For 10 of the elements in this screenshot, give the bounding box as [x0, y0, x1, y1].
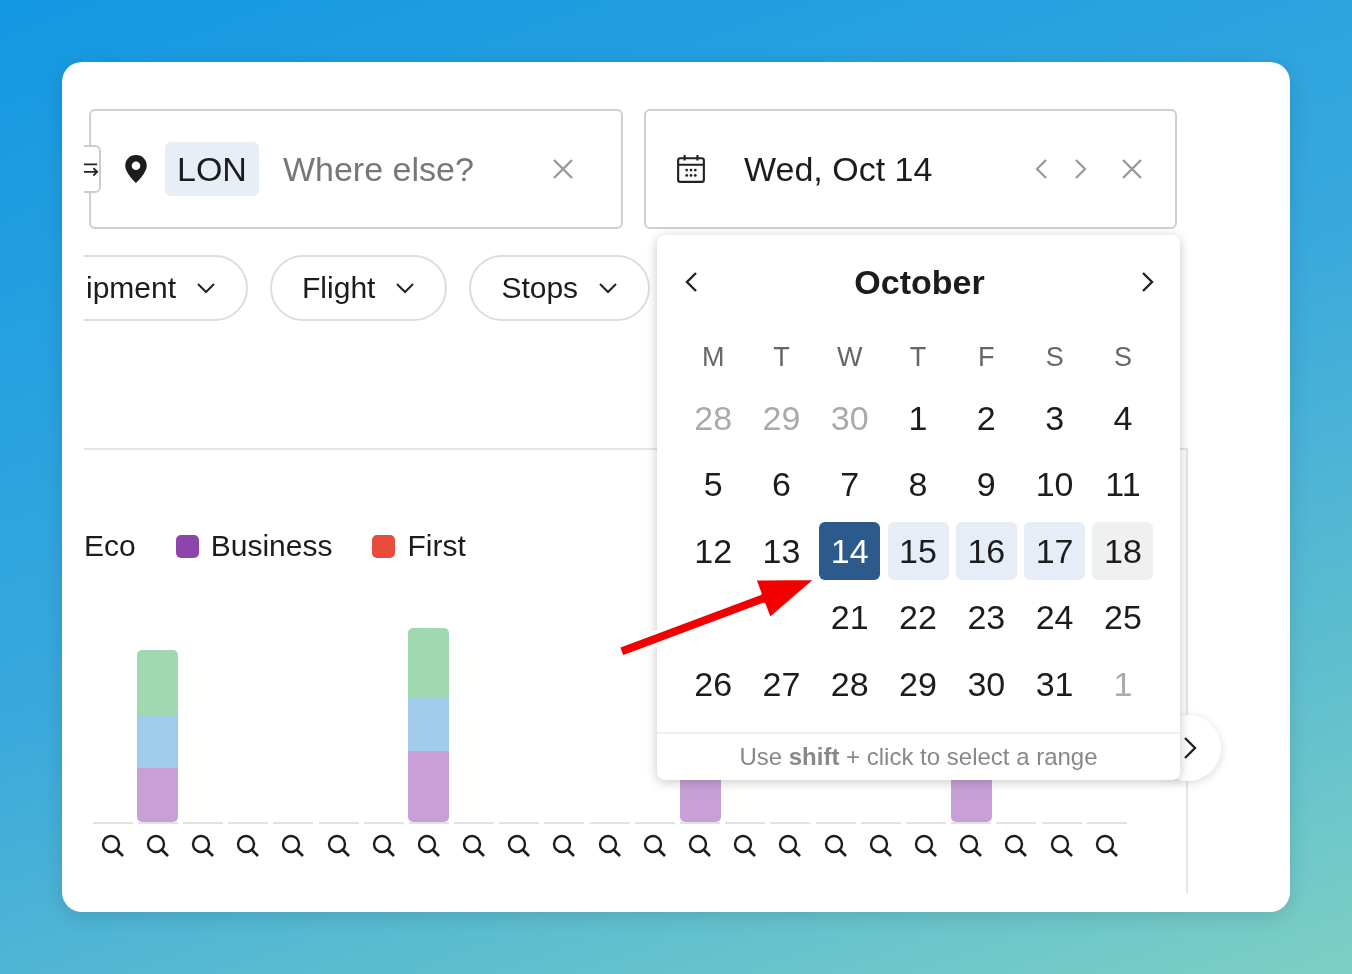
weekday-label: T [773, 341, 790, 373]
weekday-label: F [978, 341, 995, 373]
weekday-label: T [909, 341, 927, 373]
weekday-label: S [1045, 341, 1064, 373]
weekday-label: W [837, 341, 863, 373]
weekday-label: M [701, 341, 725, 373]
date-value: Wed, Oct 14 [744, 149, 934, 189]
hint-text: Use shift + click to select a range [739, 743, 1098, 771]
month-title: October [854, 262, 985, 302]
weekday-label: S [1113, 341, 1132, 373]
